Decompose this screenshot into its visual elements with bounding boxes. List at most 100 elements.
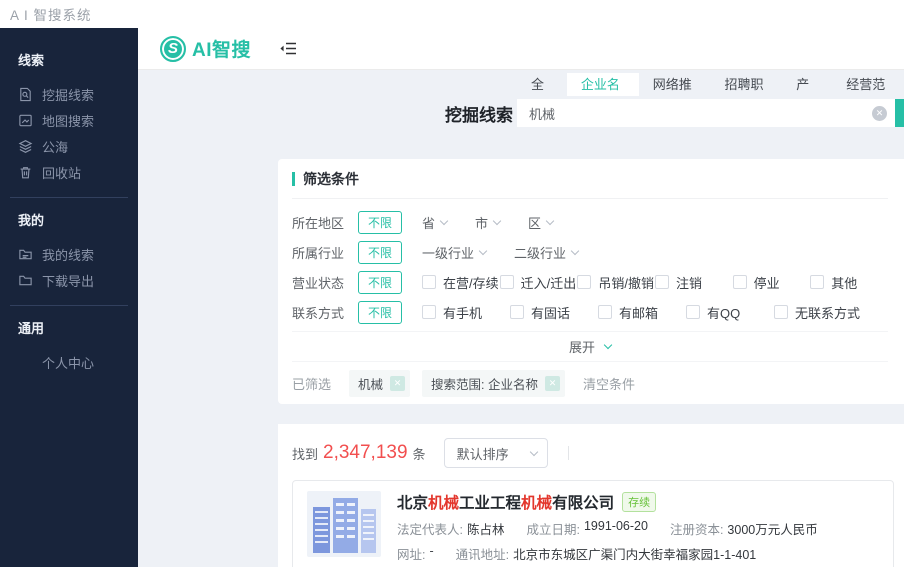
filter-dropdown-label: 市 bbox=[475, 215, 489, 231]
meta-label: 法定代表人: bbox=[397, 523, 463, 537]
checkbox-label: 有固话 bbox=[531, 305, 571, 321]
meta-label: 网址: bbox=[397, 548, 426, 562]
sidebar-item-trash[interactable]: 回收站 bbox=[0, 159, 138, 185]
search-scope-tabs: 全部企业名称网络推广招聘职位产品经营范围 bbox=[517, 73, 904, 115]
none bbox=[18, 355, 33, 370]
filter-checkbox[interactable]: 有固话 bbox=[510, 303, 598, 322]
filter-dropdown[interactable]: 一级行业 bbox=[422, 243, 488, 262]
sidebar-item-label: 挖掘线索 bbox=[42, 87, 95, 103]
checkbox-icon bbox=[422, 275, 437, 289]
filter-checkbox[interactable]: 其他 bbox=[810, 273, 888, 292]
circle-close-icon[interactable]: ✕ bbox=[872, 105, 887, 121]
unlimited-button[interactable]: 不限 bbox=[358, 240, 403, 264]
company-name[interactable]: 北京机械工业工程机械有限公司 bbox=[397, 491, 614, 513]
sidebar-item-label: 回收站 bbox=[42, 165, 82, 181]
folder-export-icon bbox=[18, 273, 33, 288]
checkbox-label: 迁入/迁出 bbox=[520, 275, 577, 291]
meta-row: 网址: - 通讯地址: 北京市东城区广渠门内大街幸福家园1-1-401 bbox=[397, 544, 879, 563]
result-card[interactable]: 北京机械工业工程机械有限公司 存续 法定代表人: 陈占林 成立日期: 1991-06-20… bbox=[292, 480, 894, 567]
sidebar: 线索 挖掘线索 地图搜索 公海 回收站 我的 我的线索 下载导出 通用 个人中心 bbox=[0, 28, 138, 567]
tab-企业名称[interactable]: 企业名称 bbox=[566, 73, 639, 115]
checkbox-icon bbox=[598, 305, 613, 319]
filter-dropdown[interactable]: 省 bbox=[422, 213, 449, 232]
divider bbox=[10, 305, 128, 306]
filter-panel: 筛选条件 所在地区 不限省市区所属行业 不限 一级行业 二级行业 营业状态 不限 在营/存续迁… bbox=[278, 159, 904, 404]
app-logo: S AI智搜 bbox=[160, 35, 251, 62]
unlimited-button[interactable]: 不限 bbox=[358, 270, 403, 294]
filter-checkbox[interactable]: 有邮箱 bbox=[598, 303, 686, 322]
checkbox-icon bbox=[774, 305, 789, 319]
filter-panel-title: 筛选条件 bbox=[303, 171, 359, 187]
page-title: 挖掘线索 bbox=[445, 105, 513, 125]
logo-text: AI智搜 bbox=[192, 40, 252, 61]
filter-checkbox[interactable]: 在营/存续 bbox=[422, 273, 500, 292]
sidebar-item-none[interactable]: 个人中心 bbox=[0, 349, 138, 375]
result-count-unit: 条 bbox=[412, 446, 426, 462]
fold-menu-icon[interactable] bbox=[279, 41, 297, 56]
close-icon[interactable]: ✕ bbox=[390, 375, 406, 391]
filter-row-label: 联系方式 bbox=[292, 305, 345, 321]
meta-row: 法定代表人: 陈占林 成立日期: 1991-06-20 注册资本: 3000万元人民币 bbox=[397, 519, 879, 538]
filter-checkbox[interactable]: 迁入/迁出 bbox=[499, 273, 578, 292]
tab-网络推广[interactable]: 网络推广 bbox=[639, 73, 711, 115]
sidebar-item-map-search[interactable]: 地图搜索 bbox=[0, 107, 138, 133]
search-button[interactable] bbox=[895, 99, 904, 127]
unlimited-button[interactable]: 不限 bbox=[358, 210, 403, 234]
sidebar-section-label: 我的 bbox=[18, 213, 45, 228]
sidebar-item-document-search[interactable]: 挖掘线索 bbox=[0, 81, 138, 107]
trash-icon bbox=[18, 165, 33, 180]
filter-checkbox[interactable]: 注销 bbox=[654, 273, 733, 292]
checkbox-label: 注销 bbox=[675, 275, 702, 291]
checkbox-label: 停业 bbox=[753, 275, 780, 291]
checkbox-icon bbox=[510, 305, 525, 319]
unlimited-button[interactable]: 不限 bbox=[358, 300, 403, 324]
selected-filters-label: 已筛选 bbox=[292, 376, 332, 392]
filter-checkbox[interactable]: 有手机 bbox=[422, 303, 510, 322]
map-search-icon bbox=[18, 113, 33, 128]
filter-dropdown[interactable]: 二级行业 bbox=[514, 243, 580, 262]
sort-dropdown[interactable]: 默认排序 bbox=[443, 438, 548, 468]
meta-label: 通讯地址: bbox=[455, 548, 510, 562]
checkbox-label: 有手机 bbox=[443, 305, 483, 321]
sidebar-item-folder-export[interactable]: 下载导出 bbox=[0, 267, 138, 293]
meta-value: 北京市东城区广渠门内大街幸福家园1-1-401 bbox=[513, 548, 757, 562]
filter-row: 所在地区 不限 省 市 区 bbox=[292, 207, 888, 237]
filter-checkbox[interactable]: 有QQ bbox=[686, 303, 774, 322]
filter-checkbox[interactable]: 无联系方式 bbox=[774, 303, 862, 322]
tab-全部[interactable]: 全部 bbox=[517, 73, 567, 115]
checkbox-icon bbox=[686, 305, 701, 319]
sidebar-item-layers[interactable]: 公海 bbox=[0, 133, 138, 159]
checkbox-label: 有邮箱 bbox=[619, 305, 659, 321]
close-icon[interactable]: ✕ bbox=[544, 375, 560, 391]
filter-checkbox[interactable]: 停业 bbox=[732, 273, 811, 292]
filter-row-label: 营业状态 bbox=[292, 275, 345, 291]
tab-招聘职位[interactable]: 招聘职位 bbox=[711, 73, 783, 115]
checkbox-icon bbox=[577, 275, 592, 289]
checkbox-label: 有QQ bbox=[707, 305, 741, 321]
tab-产品[interactable]: 产品 bbox=[782, 73, 832, 115]
meta-value: 3000万元人民币 bbox=[727, 523, 818, 537]
expand-filters-button[interactable]: 展开 bbox=[292, 331, 888, 362]
meta-value: 陈占林 bbox=[466, 523, 505, 537]
filter-tag: 搜索范围: 企业名称 ✕ bbox=[422, 369, 565, 397]
search-input[interactable]: 机械 ✕ bbox=[517, 99, 895, 127]
checkbox-icon bbox=[732, 275, 747, 289]
filter-tag-label: 机械 bbox=[358, 377, 384, 392]
system-title: A I 智搜系统 bbox=[0, 0, 904, 28]
filter-rows: 所在地区 不限省市区所属行业 不限 一级行业 二级行业 营业状态 不限 在营/存续 迁入/迁出吊… bbox=[292, 199, 888, 327]
clear-filters-button[interactable]: 清空条件 bbox=[583, 374, 635, 393]
sidebar-item-folder-leads[interactable]: 我的线索 bbox=[0, 241, 138, 267]
ai-logo-icon: S bbox=[160, 35, 186, 62]
document-search-icon bbox=[18, 87, 33, 102]
panel-accent-bar bbox=[292, 172, 295, 186]
main-content: 全部企业名称网络推广招聘职位产品经营范围 挖掘线索 机械 ✕ 筛选条件 所在地区… bbox=[138, 70, 904, 567]
filter-dropdown[interactable]: 区 bbox=[528, 213, 555, 232]
divider bbox=[10, 197, 128, 198]
filter-row: 营业状态 不限 在营/存续 迁入/迁出 吊销/撤销 注销 停业 其他 bbox=[292, 267, 888, 297]
result-list: 北京机械工业工程机械有限公司 存续 法定代表人: 陈占林 成立日期: 1991-06-20… bbox=[292, 480, 894, 567]
chevron-down-icon bbox=[529, 447, 538, 456]
filter-checkbox[interactable]: 吊销/撤销 bbox=[577, 273, 655, 292]
filter-dropdown[interactable]: 市 bbox=[475, 213, 502, 232]
company-title-row: 北京机械工业工程机械有限公司 存续 bbox=[397, 491, 879, 513]
tab-经营范围[interactable]: 经营范围 bbox=[832, 73, 904, 115]
